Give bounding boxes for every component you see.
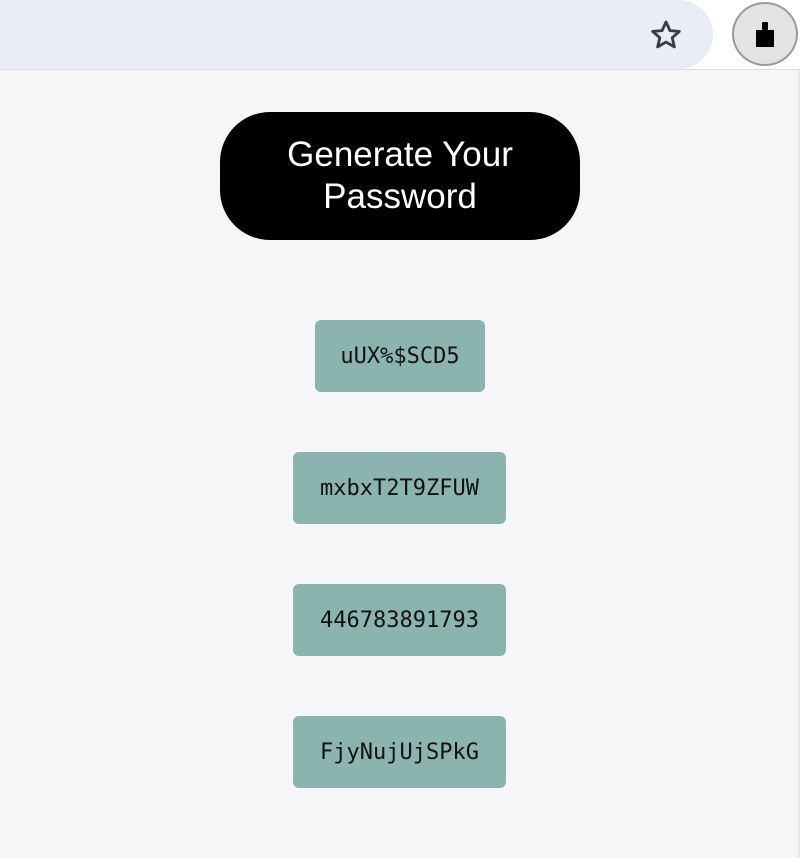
password-option[interactable]: FjyNujUjSPkG (293, 716, 506, 788)
browser-toolbar (0, 0, 800, 70)
bookmark-star-icon[interactable] (645, 14, 687, 56)
password-option[interactable]: 446783891793 (293, 584, 506, 656)
extension-puzzle-icon[interactable] (732, 2, 798, 66)
password-option[interactable]: uUX%$SCD5 (315, 320, 485, 392)
address-bar[interactable] (0, 0, 713, 69)
password-generator: Generate Your Password uUX%$SCD5 mxbxT2T… (0, 70, 800, 858)
generate-password-button[interactable]: Generate Your Password (220, 112, 580, 240)
password-option[interactable]: mxbxT2T9ZFUW (293, 452, 506, 524)
